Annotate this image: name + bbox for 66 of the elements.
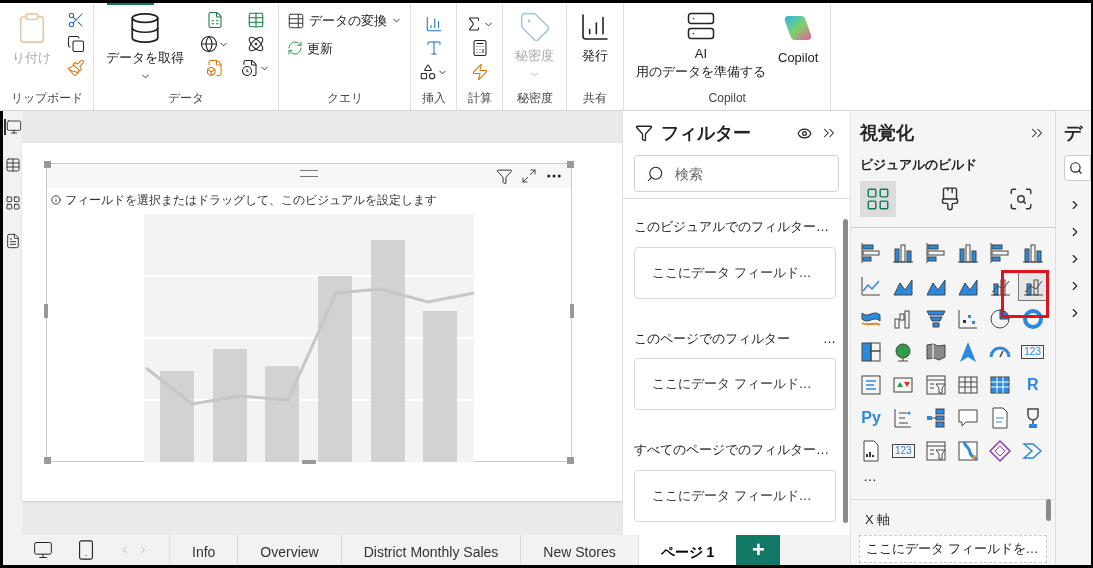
filter-icon[interactable] [496, 167, 513, 185]
section-title: ビジュアルのビルド [859, 156, 978, 174]
resize-handle[interactable] [567, 457, 574, 464]
globe-icon[interactable] [200, 35, 218, 53]
database-icon [128, 11, 162, 45]
more-button[interactable]: … [823, 328, 836, 348]
table-edit-icon [287, 11, 305, 30]
resize-handle[interactable] [44, 161, 51, 168]
filter-section-title: このページでのフィルター [634, 329, 790, 348]
filter-section-title: すべてのページでのフィルター… [634, 441, 829, 459]
pane-title: フィルター [661, 121, 752, 145]
resize-handle[interactable] [302, 460, 316, 464]
ribbon-button[interactable]: 更新 [287, 38, 333, 58]
resize-handle[interactable] [570, 304, 574, 318]
pane-title: 視覚化 [860, 121, 914, 145]
field-well-label: X 軸 [864, 510, 892, 529]
group-label: 秘密度 [515, 90, 554, 107]
group-label: データ [167, 90, 205, 107]
pane-title: デ [1064, 121, 1084, 145]
resize-handle[interactable] [44, 304, 48, 318]
group-label: Copilot [707, 90, 747, 107]
resize-handle[interactable] [44, 457, 51, 464]
refresh-icon [287, 40, 303, 57]
scrollbar[interactable] [843, 219, 848, 523]
resize-handle[interactable] [567, 161, 574, 168]
ribbon-button[interactable]: AI 用のデータを準備する [632, 11, 770, 81]
filter-drop-zone[interactable]: ここにデータ フィールド… [634, 358, 836, 410]
filter-drop-zone[interactable]: ここにデータ フィールド… [634, 246, 836, 299]
visibility-icon[interactable] [797, 125, 812, 141]
scrollbar[interactable] [1046, 499, 1051, 521]
copy-icon[interactable] [67, 35, 85, 53]
view-icon[interactable] [4, 195, 21, 211]
desktop-layout-icon[interactable] [33, 540, 53, 560]
annotation-frame [1001, 269, 1049, 318]
focus-mode-icon[interactable] [521, 168, 537, 184]
info-icon [51, 195, 61, 205]
shapes-icon[interactable] [419, 63, 437, 81]
filter-drop-zone[interactable]: ここにデータ フィールド… [634, 469, 836, 522]
view-icon[interactable] [4, 157, 21, 173]
search-icon [1069, 161, 1083, 175]
file-clock-icon[interactable] [241, 59, 259, 77]
ribbon-button[interactable]: データを取得 [102, 11, 188, 82]
group-label: クエリ [325, 90, 364, 107]
search-field[interactable] [1064, 155, 1091, 181]
more-visuals-button[interactable]: … [851, 465, 1055, 487]
filter-icon [635, 124, 653, 142]
visual-hint: フィールドを選択またはドラッグして、このビジュアルを設定します [65, 192, 437, 208]
group-label: 計算 [466, 90, 493, 107]
ribbon-button[interactable]: Copilot [774, 11, 823, 67]
format-painter-icon[interactable] [67, 59, 85, 77]
search-field[interactable]: 検索 [634, 155, 839, 192]
group-label: リップボード [9, 90, 84, 107]
page-tab[interactable]: ページ 1 [637, 535, 737, 565]
search-icon [646, 165, 664, 183]
drag-grip-icon[interactable] [300, 170, 318, 177]
filter-section-title: このビジュアルでのフィルター… [634, 218, 829, 236]
field-drop-zone[interactable]: ここにデータ フィールドを… [859, 535, 1047, 563]
ribbon-button[interactable]: データの変換 [287, 11, 402, 31]
group-label: 共有 [582, 90, 608, 107]
add-page-button[interactable]: + [736, 535, 781, 565]
view-icon[interactable] [4, 233, 21, 249]
ribbon-button[interactable]: 発行 [575, 11, 615, 65]
cut-icon[interactable] [67, 11, 85, 29]
tag-icon [518, 11, 551, 43]
group-label: 挿入 [420, 90, 447, 107]
fields-tab-icon[interactable] [860, 180, 896, 217]
